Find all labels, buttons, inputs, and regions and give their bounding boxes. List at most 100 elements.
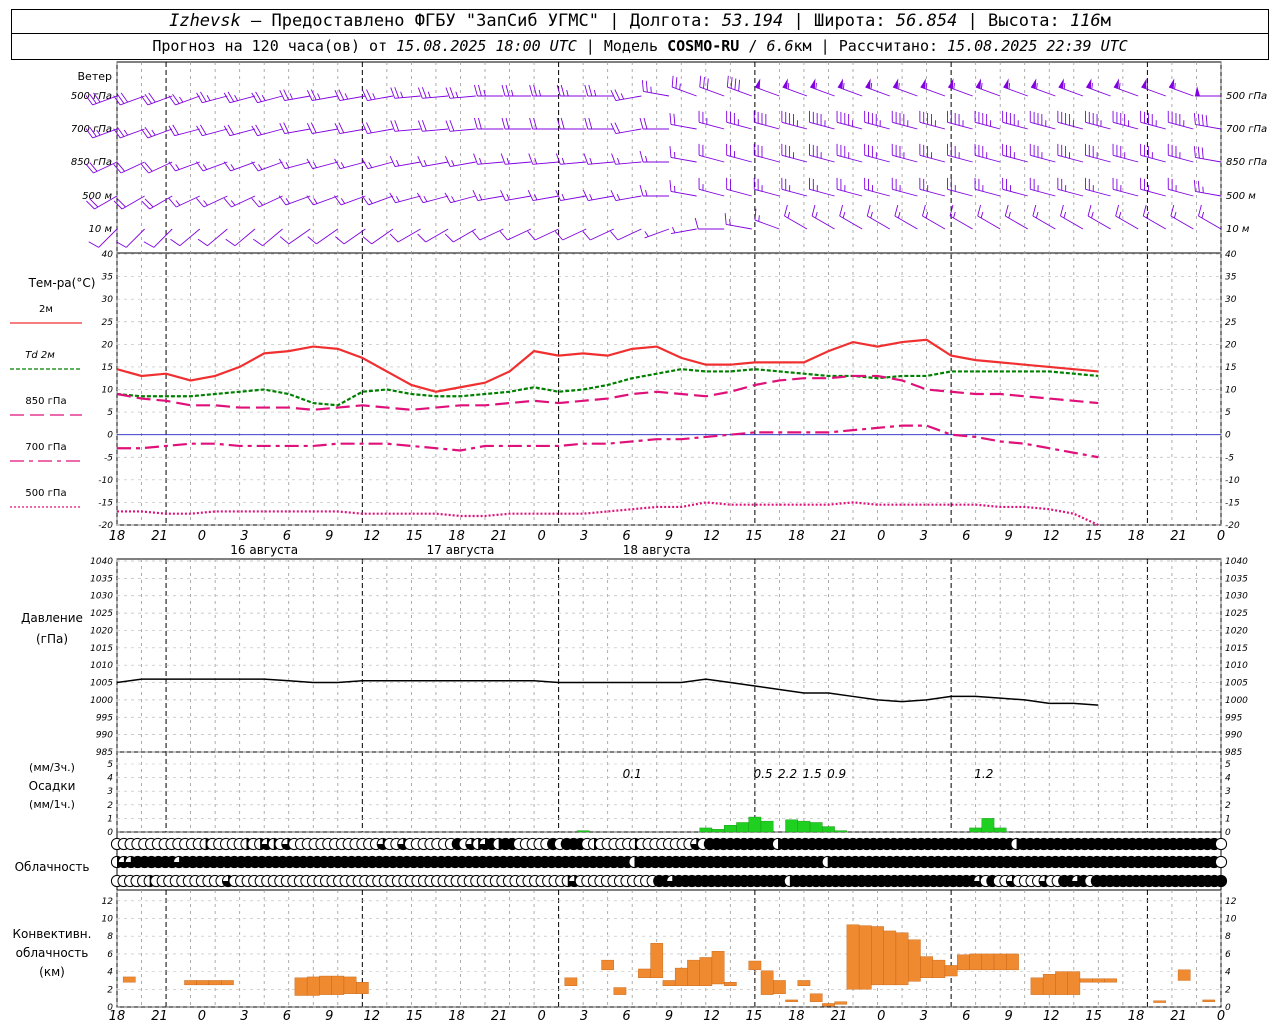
wind-barb bbox=[473, 153, 504, 165]
wind-barb-feather bbox=[394, 120, 400, 132]
wind-barb bbox=[1115, 204, 1139, 230]
pressure-tick-label: 1035 bbox=[1225, 574, 1248, 584]
wind-barb bbox=[866, 204, 891, 230]
wind-barb-half-feather bbox=[1173, 211, 1177, 219]
wind-barb-feather bbox=[472, 190, 479, 201]
conv-tick-label: 0 bbox=[1225, 1003, 1231, 1013]
conv-tick-label: 6 bbox=[1225, 950, 1231, 960]
wind-barb bbox=[920, 78, 946, 97]
wind-barb-half-feather bbox=[479, 157, 482, 165]
wind-barb-feather bbox=[894, 204, 899, 217]
wind-barb-half-feather bbox=[538, 89, 542, 97]
time-tick-label: 9 bbox=[325, 529, 333, 544]
wind-barb-half-feather bbox=[1118, 211, 1122, 219]
wind-barb bbox=[1113, 78, 1139, 97]
precip-tick-label: 2 bbox=[107, 801, 113, 811]
wind-barb bbox=[1141, 78, 1166, 97]
wind-barb-feather bbox=[1201, 147, 1204, 159]
wind-barb bbox=[1032, 204, 1056, 230]
conv-cloud-bar bbox=[773, 980, 786, 994]
wind-barb-feather bbox=[703, 77, 705, 89]
wind-barb-half-feather bbox=[202, 164, 208, 170]
wind-barb-half-feather bbox=[285, 162, 290, 168]
wind-barb bbox=[196, 124, 228, 137]
wind-barb-half-feather bbox=[151, 129, 156, 136]
wind-barb bbox=[334, 122, 366, 134]
upper-frame bbox=[116, 61, 1222, 526]
wind-barb-staff bbox=[316, 228, 339, 245]
wind-barb-half-feather bbox=[289, 93, 293, 100]
wind-barb-half-feather bbox=[534, 157, 538, 165]
wind-barb-half-feather bbox=[870, 82, 873, 90]
wind-barb-half-feather bbox=[203, 200, 208, 206]
wind-barb-feather bbox=[528, 153, 534, 165]
conv-cloud-bar bbox=[1042, 974, 1056, 995]
wind-barb bbox=[891, 110, 918, 130]
wind-barb-staff bbox=[1058, 86, 1084, 97]
temp-tick-label: 25 bbox=[1225, 318, 1237, 328]
wind-barb bbox=[1029, 143, 1056, 163]
conv-tick-label: 10 bbox=[1225, 915, 1237, 925]
time-tick-label: 0 bbox=[1217, 529, 1225, 544]
cloud-symbol bbox=[1214, 874, 1228, 888]
precip-tick-label: 3 bbox=[107, 787, 113, 797]
wind-barb-half-feather bbox=[645, 189, 648, 197]
conv-cloud-bar bbox=[871, 926, 884, 986]
conv-cloud-bar bbox=[564, 977, 578, 986]
wind-barb-feather bbox=[251, 161, 259, 172]
precip-bar bbox=[711, 829, 725, 833]
conv-cloud-bar bbox=[724, 982, 737, 986]
wind-barb-half-feather bbox=[561, 157, 565, 165]
wind-level-label: 850 гПа bbox=[1226, 157, 1267, 168]
precip-total-label: 0.9 bbox=[827, 767, 846, 781]
wind-barb bbox=[781, 143, 808, 163]
pressure-tick-label: 1005 bbox=[90, 679, 113, 689]
wind-barb bbox=[417, 120, 449, 132]
wind-barb-feather bbox=[253, 238, 263, 247]
wind-barb-feather bbox=[560, 117, 565, 130]
wind-barb-pennant bbox=[1030, 78, 1037, 89]
time-tick-label: 6 bbox=[622, 529, 630, 544]
wind-barb bbox=[251, 161, 283, 172]
temp-tick-label: 10 bbox=[102, 386, 114, 396]
wind-barb bbox=[583, 153, 614, 165]
wind-barb-half-feather bbox=[593, 89, 597, 97]
temp-tick-label: 5 bbox=[1225, 408, 1231, 418]
time-tick-label: 21 bbox=[831, 529, 848, 544]
wind-barb-half-feather bbox=[898, 82, 900, 90]
wind-barb bbox=[556, 117, 587, 130]
conv-cloud-bar bbox=[601, 959, 614, 971]
wind-barb-feather bbox=[1115, 204, 1120, 217]
conv-cloud-bar bbox=[196, 980, 210, 986]
wind-barb-half-feather bbox=[179, 96, 184, 103]
conv-cloud-bar bbox=[294, 977, 308, 996]
wind-barb-half-feather bbox=[396, 159, 400, 167]
wind-barb bbox=[584, 84, 614, 97]
conv-cloud-bar bbox=[208, 980, 222, 986]
wind-barb-feather bbox=[472, 230, 481, 241]
wind-barb bbox=[279, 122, 311, 134]
wind-barb-half-feather bbox=[815, 82, 817, 90]
conv-cloud-bar bbox=[908, 939, 921, 982]
wind-barb-feather bbox=[669, 180, 672, 192]
wind-barb bbox=[781, 177, 808, 197]
wind-barb bbox=[1140, 143, 1166, 163]
wind-barb bbox=[251, 91, 283, 104]
wind-barb-half-feather bbox=[1174, 82, 1176, 90]
conv-cloud-bar bbox=[1079, 978, 1093, 983]
temp-tick-label: -15 bbox=[98, 498, 113, 508]
wind-barb-feather bbox=[1142, 204, 1147, 217]
wind-barb bbox=[472, 190, 504, 201]
pressure-title: Давление bbox=[21, 611, 83, 625]
wind-level-label: 700 гПа bbox=[1226, 124, 1267, 135]
wind-barb-feather bbox=[310, 89, 317, 101]
wind-barb-feather bbox=[639, 184, 644, 197]
wind-barb bbox=[892, 78, 918, 97]
wind-barb bbox=[698, 110, 725, 130]
wind-barb-staff bbox=[397, 228, 421, 243]
meteogram-svg: 1818212100336699121215151818212100336699… bbox=[10, 61, 1267, 1024]
wind-barb-half-feather bbox=[953, 82, 955, 90]
temp-tick-label: 30 bbox=[102, 295, 114, 305]
wind-barb-half-feather bbox=[400, 91, 404, 98]
wind-barb bbox=[864, 177, 890, 197]
